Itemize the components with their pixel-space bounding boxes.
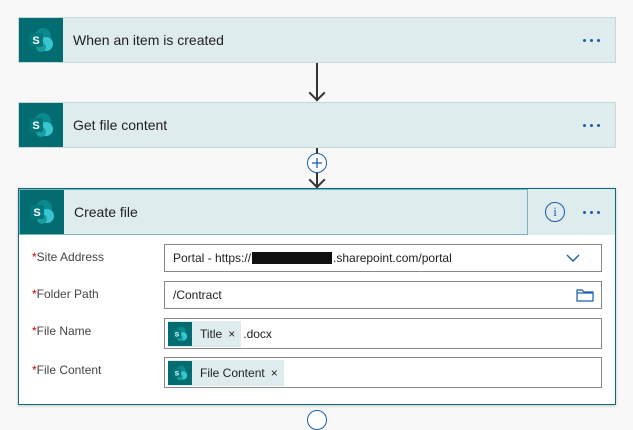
site-address-prefix: Portal - https:// bbox=[173, 251, 252, 265]
sharepoint-icon: S bbox=[19, 103, 63, 147]
more-options-icon[interactable] bbox=[573, 25, 609, 55]
step-card-create-file: S Create file i *Site Address Portal - h… bbox=[18, 188, 616, 405]
sharepoint-icon: S bbox=[19, 18, 63, 62]
svg-text:S: S bbox=[32, 35, 39, 47]
label-text: File Name bbox=[36, 324, 92, 338]
sharepoint-icon: S bbox=[168, 321, 192, 346]
step-title: When an item is created bbox=[73, 32, 224, 48]
label-text: Site Address bbox=[36, 250, 105, 264]
add-step-icon[interactable] bbox=[307, 410, 327, 430]
chevron-down-icon[interactable] bbox=[565, 251, 581, 268]
site-address-dropdown[interactable]: Portal - https:// .sharepoint.com/portal bbox=[164, 244, 602, 272]
svg-text:S: S bbox=[175, 331, 180, 338]
arrow-head bbox=[308, 171, 326, 189]
step-card-trigger[interactable]: S When an item is created bbox=[18, 17, 616, 63]
file-name-input[interactable]: S Title × .docx bbox=[164, 318, 602, 349]
arrow-head bbox=[308, 84, 326, 102]
svg-text:S: S bbox=[33, 207, 40, 219]
svg-text:S: S bbox=[32, 120, 39, 132]
dynamic-content-token[interactable]: S Title × bbox=[168, 320, 242, 347]
label-text: Folder Path bbox=[36, 287, 99, 301]
sharepoint-icon: S bbox=[168, 360, 192, 385]
site-address-suffix: .sharepoint.com/portal bbox=[333, 251, 452, 265]
add-step-icon[interactable] bbox=[307, 153, 327, 173]
step-card-get-file-content[interactable]: S Get file content bbox=[18, 102, 616, 148]
sharepoint-icon: S bbox=[20, 190, 64, 234]
step-title: Create file bbox=[74, 204, 138, 220]
svg-text:S: S bbox=[175, 370, 180, 377]
token-label: File Content bbox=[200, 365, 265, 380]
field-label: *Site Address bbox=[32, 250, 104, 264]
folder-icon[interactable] bbox=[576, 288, 594, 305]
file-content-input[interactable]: S File Content × bbox=[164, 357, 602, 388]
step-header[interactable]: S Create file i bbox=[19, 189, 615, 235]
remove-token-icon[interactable]: × bbox=[228, 327, 235, 341]
more-options-icon[interactable] bbox=[573, 197, 609, 227]
field-label: *File Content bbox=[32, 363, 101, 377]
folder-path-input[interactable]: /Contract bbox=[164, 281, 602, 309]
file-name-suffix: .docx bbox=[243, 326, 272, 341]
field-label: *Folder Path bbox=[32, 287, 99, 301]
token-label: Title bbox=[200, 326, 223, 341]
field-label: *File Name bbox=[32, 324, 91, 338]
more-options-icon[interactable] bbox=[573, 110, 609, 140]
label-text: File Content bbox=[36, 363, 102, 377]
info-icon[interactable]: i bbox=[545, 202, 565, 222]
dynamic-content-token[interactable]: S File Content × bbox=[168, 359, 284, 386]
redaction-bar bbox=[252, 252, 333, 264]
step-title: Get file content bbox=[73, 117, 168, 133]
folder-path-value: /Contract bbox=[173, 288, 222, 302]
remove-token-icon[interactable]: × bbox=[271, 366, 278, 380]
